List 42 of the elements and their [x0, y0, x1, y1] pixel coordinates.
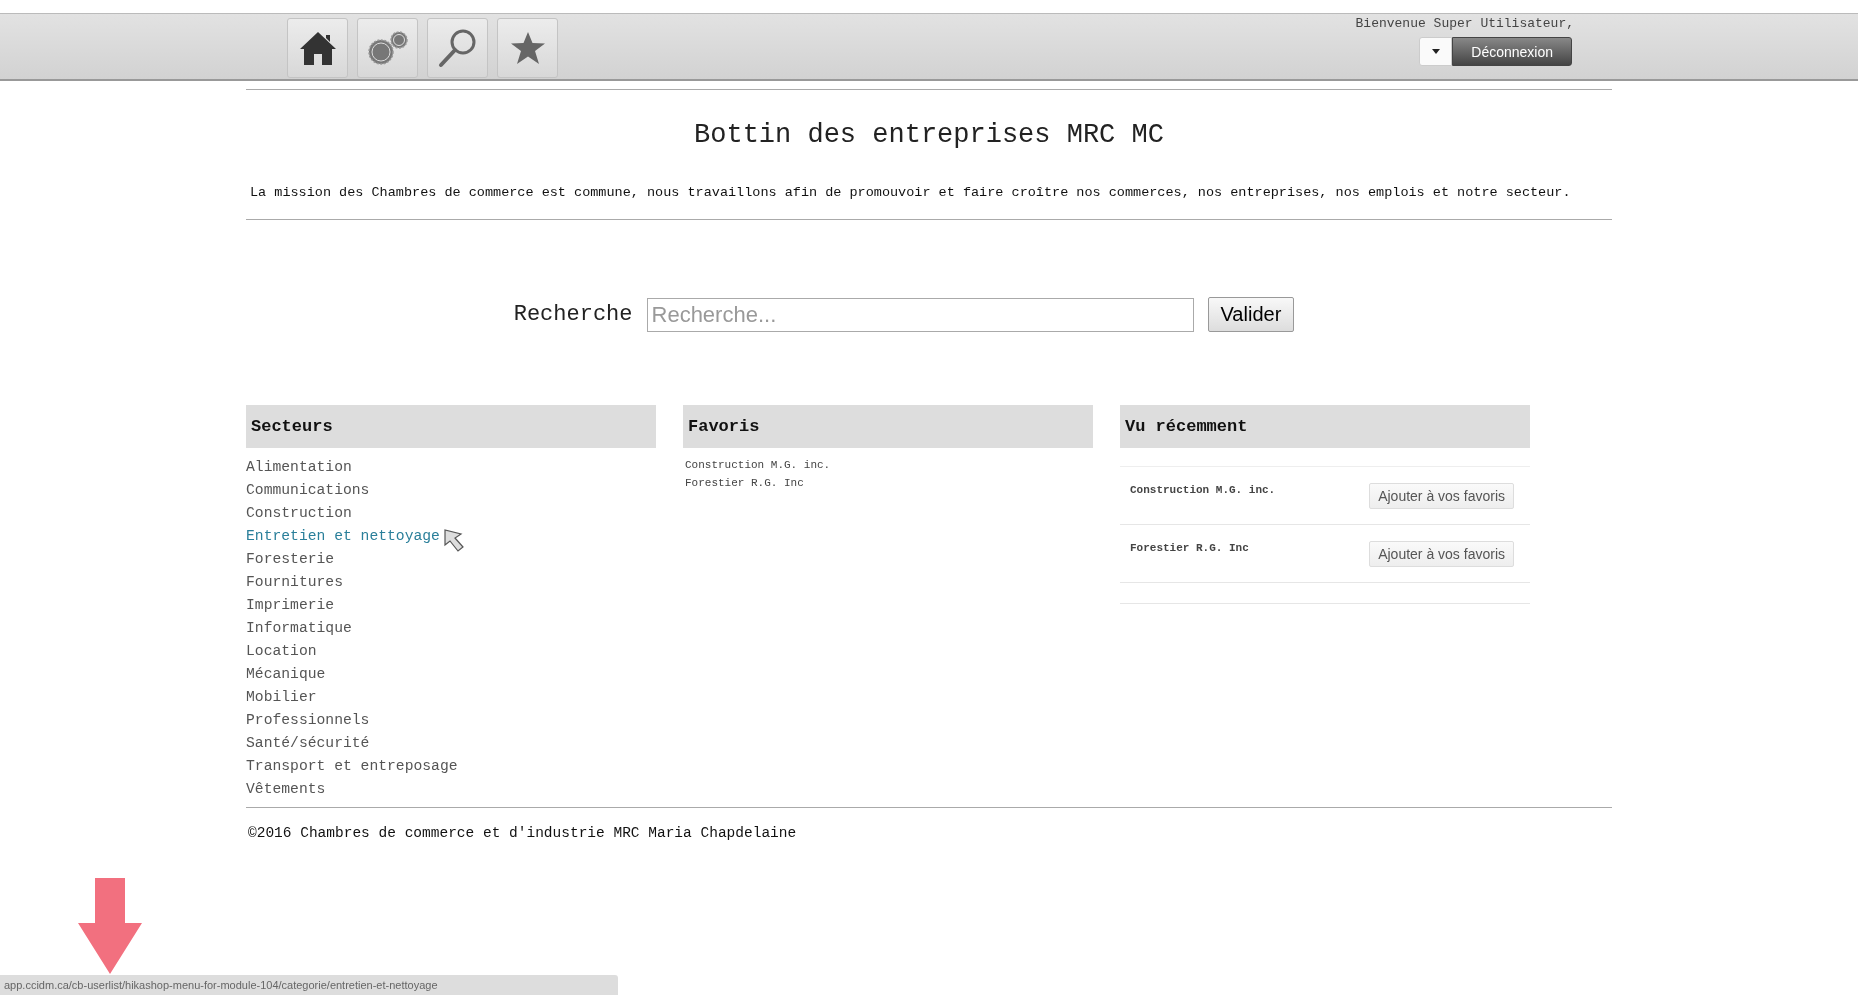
sector-link[interactable]: Fournitures	[246, 571, 656, 594]
copyright-text: ©2016 Chambres de commerce et d'industrie MRC Maria Chapdelaine	[248, 825, 798, 841]
search-button[interactable]	[427, 18, 488, 78]
favorite-link[interactable]: Construction M.G. inc.	[683, 456, 1093, 474]
home-button[interactable]	[287, 18, 348, 78]
submit-button[interactable]: Valider	[1207, 297, 1295, 332]
status-bar-url: app.ccidm.ca/cb-userlist/hikashop-menu-for-module-104/categorie/entretien-et-nettoyage	[0, 975, 618, 995]
sector-link[interactable]: Imprimerie	[246, 594, 656, 617]
star-icon	[509, 31, 546, 65]
caret-icon	[1431, 49, 1440, 54]
sector-link[interactable]: Professionnels	[246, 709, 656, 732]
sector-link[interactable]: Santé/sécurité	[246, 732, 656, 755]
sector-link[interactable]: Mécanique	[246, 663, 656, 686]
dropdown-button[interactable]	[1419, 37, 1453, 66]
sector-link[interactable]: Vêtements	[246, 778, 656, 801]
settings-button[interactable]	[357, 18, 418, 78]
sector-link[interactable]: Communications	[246, 479, 656, 502]
company-name[interactable]: Forestier R.G. Inc	[1130, 541, 1280, 555]
logout-button[interactable]: Déconnexion	[1452, 37, 1572, 66]
mission-text: La mission des Chambres de commerce est commune, nous travaillons afin de promouvoir et faire croître nos commerces, nos entreprises, nos emplois et notre secteur.	[250, 184, 1572, 202]
sector-link[interactable]: Entretien et nettoyage	[246, 525, 656, 548]
company-name[interactable]: Construction M.G. inc.	[1130, 483, 1280, 497]
sector-link[interactable]: Alimentation	[246, 456, 656, 479]
page-title: Bottin des entreprises MRC MC	[693, 120, 1165, 150]
section-header: Secteurs	[246, 405, 656, 448]
gears-icon	[365, 30, 410, 66]
welcome-text: Bienvenue Super Utilisateur,	[1355, 16, 1574, 31]
sector-link[interactable]: Mobilier	[246, 686, 656, 709]
add-favorite-button[interactable]: Ajouter à vos favoris	[1369, 540, 1514, 567]
search-field[interactable]: Recherche...	[646, 297, 1194, 332]
add-favorite-button[interactable]: Ajouter à vos favoris	[1369, 482, 1514, 509]
section-header: Favoris	[683, 405, 1093, 448]
favorites-button[interactable]	[497, 18, 558, 78]
favorite-link[interactable]: Forestier R.G. Inc	[683, 474, 1093, 492]
search-label: Recherche	[513, 302, 633, 327]
sector-link[interactable]: Transport et entreposage	[246, 755, 656, 778]
sector-link[interactable]: Location	[246, 640, 656, 663]
sector-link[interactable]: Construction	[246, 502, 656, 525]
section-header: Vu récemment	[1120, 405, 1530, 448]
arrow-annotation-icon	[78, 878, 142, 974]
sector-link[interactable]: Informatique	[246, 617, 656, 640]
sector-link[interactable]: Foresterie	[246, 548, 656, 571]
